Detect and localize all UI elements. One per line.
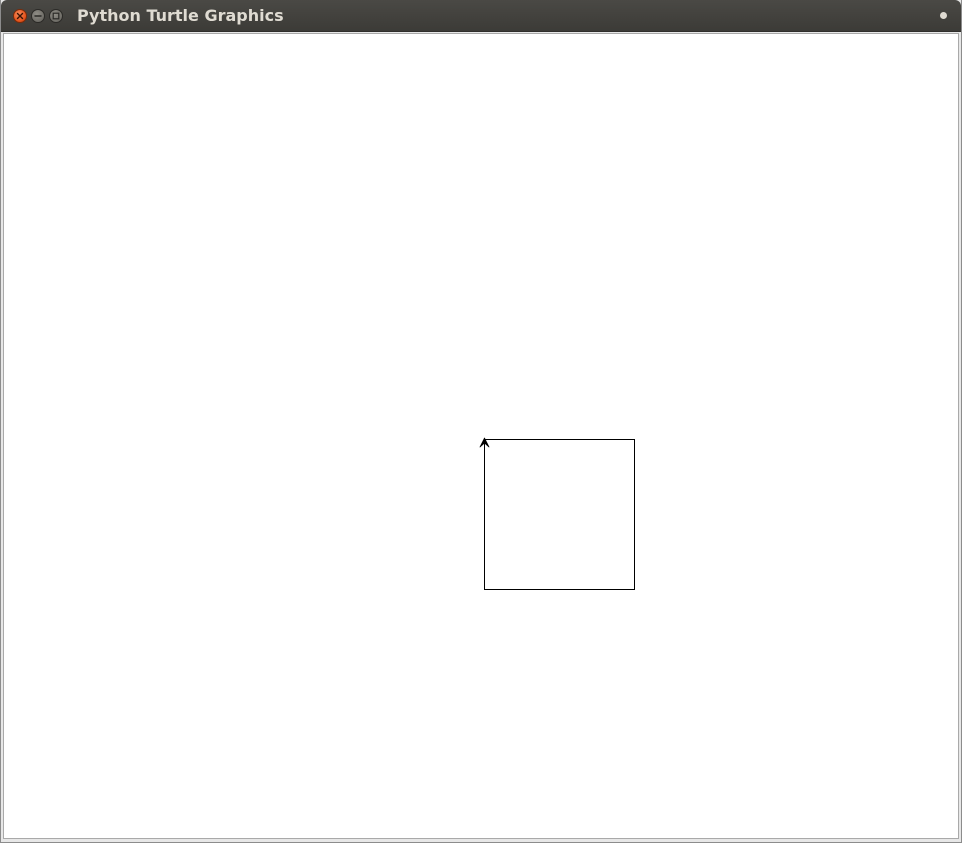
close-button[interactable] [13, 9, 27, 23]
minimize-button[interactable] [31, 9, 45, 23]
turtle-canvas-frame [3, 33, 959, 839]
maximize-button[interactable] [49, 9, 63, 23]
minimize-icon [34, 15, 42, 17]
window-title: Python Turtle Graphics [77, 6, 284, 25]
title-bar[interactable]: Python Turtle Graphics [1, 0, 961, 32]
canvas-background [4, 34, 958, 838]
close-icon [16, 12, 24, 20]
turtle-canvas[interactable] [4, 34, 958, 838]
window-menu-icon[interactable] [940, 12, 947, 19]
turtle-window: Python Turtle Graphics [0, 0, 962, 843]
maximize-icon [52, 12, 60, 20]
